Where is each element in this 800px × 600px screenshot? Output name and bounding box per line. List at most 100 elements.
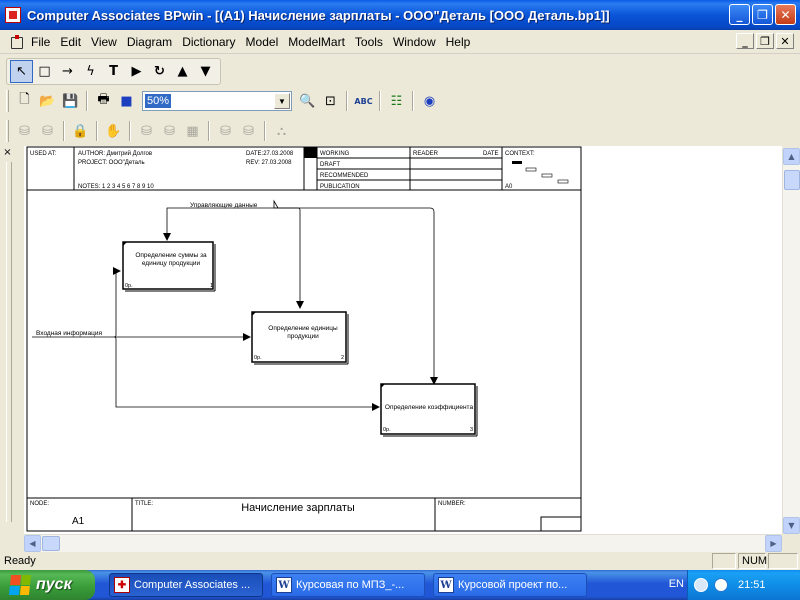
arrow-icon[interactable]: →	[56, 60, 79, 83]
document-icon[interactable]	[10, 34, 24, 49]
mart-connect-icon[interactable]: ⛁	[13, 120, 36, 143]
taskbar-button-word-1[interactable]: W Курсовая по МПЗ_-...	[271, 573, 425, 597]
window-titlebar[interactable]: Computer Associates BPwin - [(A1) Начисл…	[0, 0, 800, 30]
mart-admin-icon[interactable]: ⛬	[270, 120, 293, 143]
toolbar-grip[interactable]	[6, 120, 9, 142]
zoom-in-icon[interactable]: 🔍	[296, 90, 319, 113]
word-icon: W	[276, 577, 292, 593]
mart-open-icon[interactable]: ⛁	[135, 120, 158, 143]
status-recommended: RECOMMENDED	[320, 173, 369, 179]
lock-icon[interactable]: 🔒	[69, 120, 92, 143]
restore-button[interactable]: ❐	[752, 4, 773, 25]
new-icon[interactable]: 🗋	[13, 90, 36, 113]
bpwin-app-icon[interactable]	[5, 7, 21, 23]
menu-edit[interactable]: Edit	[55, 31, 86, 53]
zoom-fit-icon[interactable]: ⊡	[319, 90, 342, 113]
print-icon[interactable]: 🖶	[92, 90, 115, 113]
scroll-left-button[interactable]: ◀	[24, 535, 41, 552]
triangle-up-icon[interactable]: ▲	[171, 60, 194, 83]
triangle-right-icon[interactable]: ▶	[125, 60, 148, 83]
idef0-diagram: USED AT: AUTHOR: Дмитрий Долгов PROJECT:…	[26, 146, 582, 532]
used-at-label: USED AT:	[30, 151, 57, 157]
date-field: DATE:27.03.2008	[246, 151, 294, 157]
taskbar: пуск ✚ Computer Associates ... W Курсова…	[0, 570, 800, 600]
open-icon[interactable]: 📂	[36, 90, 59, 113]
activity-box-2[interactable]: Определение единицы продукции 0р. 2	[251, 311, 349, 365]
modelmart-icon[interactable]: ◉	[418, 90, 441, 113]
squiggle-icon[interactable]: ϟ	[79, 60, 102, 83]
diagram-canvas[interactable]: USED AT: AUTHOR: Дмитрий Долгов PROJECT:…	[24, 146, 782, 534]
box-1-line-2: единицу продукции	[142, 260, 201, 267]
taskbar-button-bpwin[interactable]: ✚ Computer Associates ...	[109, 573, 263, 597]
triangle-down-icon[interactable]: ▼	[194, 60, 217, 83]
mart-save-icon[interactable]: ⛁	[158, 120, 181, 143]
box-3-number: 3	[470, 427, 473, 433]
volume-tray-icon[interactable]	[714, 578, 728, 592]
box-icon[interactable]: □	[33, 60, 56, 83]
menu-view[interactable]: View	[86, 31, 122, 53]
side-panel-close-icon[interactable]: ×	[2, 148, 13, 159]
colors-icon[interactable]: ■	[115, 90, 138, 113]
zoom-combobox[interactable]: 50% ▼	[142, 91, 292, 111]
pointer-icon[interactable]: ↖	[10, 59, 33, 83]
save-icon[interactable]: 💾	[59, 90, 82, 113]
box-2-number: 2	[341, 355, 344, 361]
hand-icon[interactable]: ✋	[102, 120, 125, 143]
status-panel-empty	[768, 553, 798, 569]
scroll-up-button[interactable]: ▲	[783, 148, 800, 165]
toolbar-separator	[264, 121, 266, 141]
scroll-down-button[interactable]: ▼	[783, 517, 800, 534]
network-tray-icon[interactable]	[694, 578, 708, 592]
start-button[interactable]: пуск	[0, 570, 95, 600]
menu-modelmart[interactable]: ModelMart	[283, 31, 350, 53]
menu-diagram[interactable]: Diagram	[122, 31, 177, 53]
model-explorer-icon[interactable]: ☷	[385, 90, 408, 113]
mdi-controls: _ ❐ ✕	[736, 33, 794, 49]
vertical-scroll-thumb[interactable]	[784, 170, 800, 190]
menu-window[interactable]: Window	[388, 31, 441, 53]
text-icon[interactable]: T	[102, 60, 125, 83]
language-indicator[interactable]: EN	[669, 578, 684, 590]
scroll-right-button[interactable]: ▶	[765, 535, 782, 552]
vertical-scrollbar[interactable]: ▲ ▼	[782, 148, 800, 534]
word-icon: W	[438, 577, 454, 593]
menu-file[interactable]: File	[26, 31, 55, 53]
toolbar-separator	[86, 91, 88, 111]
toolbar-grip[interactable]	[6, 90, 9, 112]
number-label: NUMBER:	[438, 501, 466, 507]
mdi-restore-button[interactable]: ❐	[756, 33, 774, 49]
control-arrow-label[interactable]: Управляющие данные	[190, 202, 258, 209]
box-3-cost: 0р.	[383, 427, 391, 433]
menu-tools[interactable]: Tools	[350, 31, 388, 53]
mdi-minimize-button[interactable]: _	[736, 33, 754, 49]
menu-help[interactable]: Help	[441, 31, 476, 53]
toolbar-separator	[63, 121, 65, 141]
mart-grid-icon[interactable]: ▦	[181, 120, 204, 143]
spell-check-icon[interactable]: ABC	[352, 90, 375, 113]
rotate-icon[interactable]: ↻	[148, 60, 171, 83]
diagram-title: Начисление зарплаты	[241, 502, 355, 514]
activity-box-1[interactable]: Определение суммы за единицу продукции 0…	[122, 241, 216, 292]
activity-box-3[interactable]: Определение коэффициента 0р. 3	[380, 383, 478, 437]
mart-security-icon[interactable]: ⛁	[237, 120, 260, 143]
menu-model[interactable]: Model	[241, 31, 284, 53]
close-button[interactable]: ✕	[775, 4, 796, 25]
clock[interactable]: 21:51	[738, 579, 766, 591]
taskbar-button-label: Computer Associates ...	[134, 579, 251, 591]
menu-dictionary[interactable]: Dictionary	[177, 31, 240, 53]
status-publication: PUBLICATION	[320, 184, 360, 190]
box-1-number: 1	[210, 283, 213, 289]
horizontal-scroll-thumb[interactable]	[42, 536, 60, 551]
mdi-close-button[interactable]: ✕	[776, 33, 794, 49]
taskbar-button-word-2[interactable]: W Курсовой проект по...	[433, 573, 587, 597]
mart-users-icon[interactable]: ⛁	[214, 120, 237, 143]
toolbar-separator	[379, 91, 381, 111]
minimize-button[interactable]: _	[729, 4, 750, 25]
toolbar-separator	[208, 121, 210, 141]
side-panel-splitter[interactable]	[6, 162, 12, 522]
horizontal-scrollbar[interactable]: ◀ ▶	[24, 534, 782, 552]
input-arrow-label[interactable]: Входная информация	[36, 330, 102, 337]
reader-label: READER	[413, 151, 439, 157]
zoom-dropdown-chevron-down-icon[interactable]: ▼	[274, 93, 290, 109]
mart-disconnect-icon[interactable]: ⛁	[36, 120, 59, 143]
